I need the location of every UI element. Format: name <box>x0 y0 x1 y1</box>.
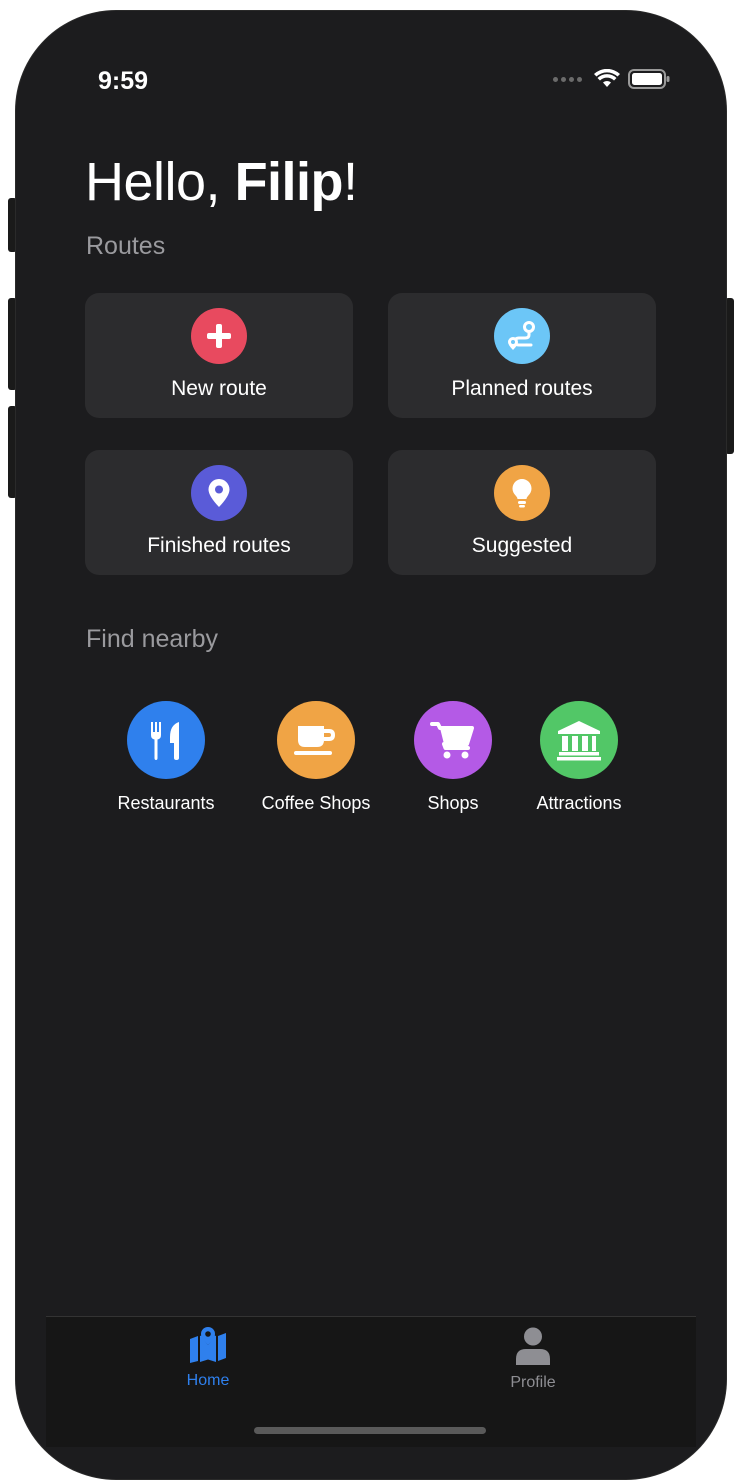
coffee-shops-item[interactable]: Coffee Shops <box>241 701 391 814</box>
attractions-item[interactable]: Attractions <box>504 701 654 814</box>
finished-routes-label: Finished routes <box>147 534 291 557</box>
screen: 9:59 Hello, Filip! Routes New route Plan… <box>16 11 726 1479</box>
phone-frame: 9:59 Hello, Filip! Routes New route Plan… <box>16 11 726 1479</box>
status-icons <box>553 69 670 89</box>
landmark-icon <box>540 701 618 779</box>
tab-home[interactable]: Home <box>148 1327 268 1390</box>
planned-routes-label: Planned routes <box>451 377 593 400</box>
device: 9:59 Hello, Filip! Routes New route Plan… <box>0 0 742 1481</box>
utensils-icon <box>127 701 205 779</box>
user-name: Filip <box>234 152 344 212</box>
plus-icon <box>191 308 247 364</box>
new-route-label: New route <box>171 377 267 400</box>
greeting-prefix: Hello, <box>85 152 235 212</box>
route-icon <box>494 308 550 364</box>
restaurants-item[interactable]: Restaurants <box>91 701 241 814</box>
routes-section-title: Routes <box>86 232 166 260</box>
greeting-suffix: ! <box>343 152 358 212</box>
tab-home-label: Home <box>186 1372 230 1389</box>
map-icon <box>190 1327 226 1363</box>
suggested-label: Suggested <box>471 534 573 557</box>
coffee-shops-label: Coffee Shops <box>261 793 371 813</box>
tab-profile[interactable]: Profile <box>473 1327 593 1392</box>
tab-profile-label: Profile <box>510 1374 556 1391</box>
power-button <box>725 298 734 454</box>
location-pin-icon <box>191 465 247 521</box>
coffee-icon <box>277 701 355 779</box>
attractions-label: Attractions <box>536 793 622 813</box>
suggested-card[interactable]: Suggested <box>388 450 656 575</box>
home-indicator[interactable] <box>254 1427 486 1434</box>
battery-icon <box>628 69 670 89</box>
lightbulb-icon <box>494 465 550 521</box>
restaurants-label: Restaurants <box>117 793 215 813</box>
find-nearby-section-title: Find nearby <box>86 625 219 653</box>
status-time: 9:59 <box>98 67 149 95</box>
new-route-card[interactable]: New route <box>85 293 353 418</box>
finished-routes-card[interactable]: Finished routes <box>85 450 353 575</box>
user-icon <box>516 1327 550 1365</box>
greeting-title: Hello, Filip! <box>85 151 358 213</box>
signal-icon <box>553 76 582 82</box>
wifi-icon <box>594 69 620 87</box>
planned-routes-card[interactable]: Planned routes <box>388 293 656 418</box>
cart-icon <box>414 701 492 779</box>
